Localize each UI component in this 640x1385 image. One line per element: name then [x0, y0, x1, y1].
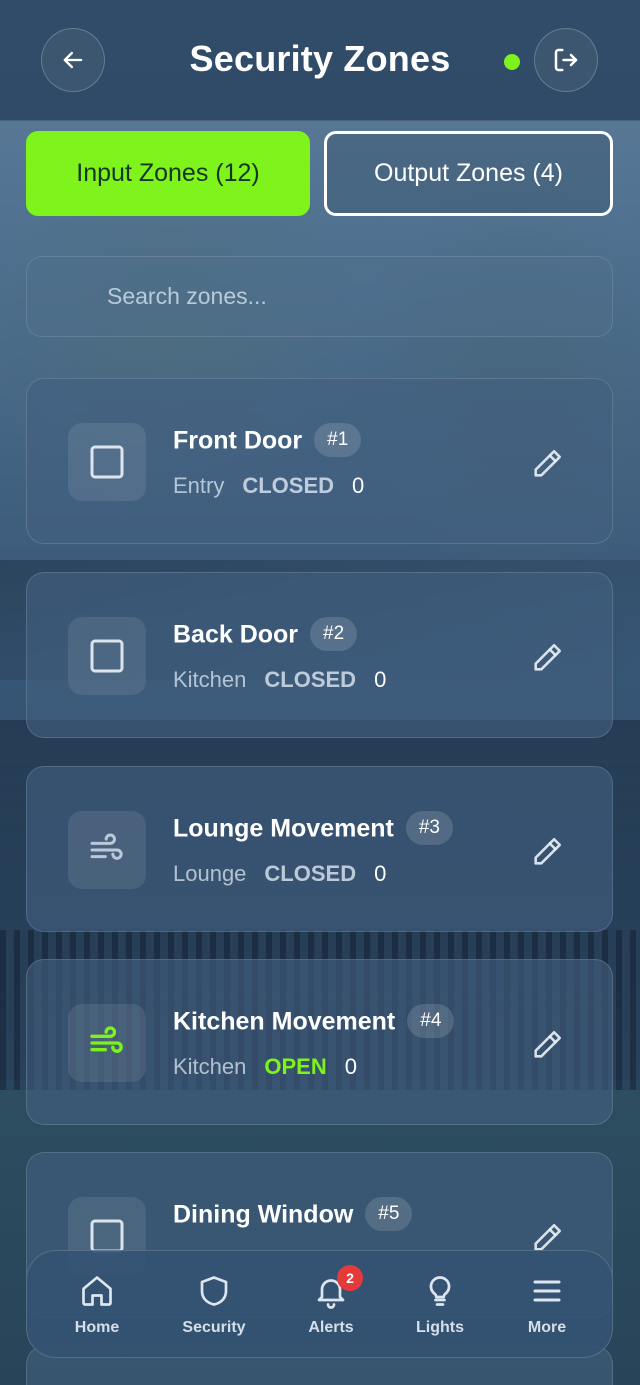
zone-count: 0 [374, 667, 387, 692]
edit-pencil-icon[interactable] [530, 835, 564, 869]
square-icon [90, 639, 124, 673]
zone-count: 0 [344, 1054, 357, 1079]
menu-icon [533, 1280, 561, 1302]
bottom-nav: Home Security 2 Alerts Lights More [26, 1250, 613, 1358]
zone-name: Dining Window [173, 1200, 354, 1229]
zone-location: Kitchen [173, 667, 247, 692]
zone-card[interactable]: Back Door #2 Kitchen CLOSED 0 [26, 572, 613, 738]
home-icon [82, 1276, 112, 1306]
nav-label: Alerts [308, 1319, 354, 1336]
logout-icon [554, 48, 578, 72]
shield-icon [200, 1276, 228, 1306]
wind-icon [90, 1026, 123, 1053]
zone-number-badge: #2 [310, 617, 358, 651]
wind-icon [90, 833, 123, 860]
nav-item-alerts[interactable]: 2 Alerts [281, 1265, 381, 1337]
edit-pencil-icon[interactable] [530, 641, 564, 675]
alerts-count-badge: 2 [337, 1265, 363, 1291]
nav-label: Security [182, 1319, 246, 1336]
square-icon [90, 1219, 124, 1253]
nav-label: Home [74, 1319, 120, 1336]
zone-state: CLOSED [242, 473, 335, 498]
zone-count: 0 [352, 473, 365, 498]
logout-button[interactable] [534, 28, 598, 92]
edit-pencil-icon[interactable] [530, 1028, 564, 1062]
zone-number-badge: #4 [407, 1004, 455, 1038]
nav-item-security[interactable]: Security [164, 1271, 264, 1337]
zone-name: Back Door [173, 620, 299, 649]
nav-item-home[interactable]: Home [47, 1271, 147, 1337]
nav-item-more[interactable]: More [497, 1271, 597, 1337]
zone-number-badge: #1 [314, 423, 362, 457]
zone-number-badge: #5 [365, 1197, 413, 1231]
zone-count: 0 [374, 861, 387, 886]
lightbulb-icon [429, 1276, 451, 1306]
tab-input-zones[interactable]: Input Zones (12) [26, 131, 310, 216]
zone-number-badge: #3 [405, 811, 453, 845]
zone-card[interactable]: Kitchen Movement #4 Kitchen OPEN 0 [26, 959, 613, 1125]
zone-state: CLOSED [264, 667, 357, 692]
nav-label: More [527, 1319, 567, 1336]
tab-output-zones[interactable]: Output Zones (4) [324, 131, 613, 216]
zone-state: OPEN [264, 1054, 327, 1079]
zone-state: CLOSED [264, 861, 357, 886]
square-icon [90, 445, 124, 479]
search-input[interactable]: Search zones... [26, 256, 613, 337]
zone-card[interactable]: Front Door #1 Entry CLOSED 0 [26, 378, 613, 544]
zone-name: Kitchen Movement [173, 1007, 396, 1036]
zone-location: Entry [173, 473, 225, 498]
connection-status-dot [504, 54, 520, 70]
app-header: Security Zones [0, 0, 640, 121]
zone-card[interactable]: Lounge Movement #3 Lounge CLOSED 0 [26, 766, 613, 932]
nav-label: Lights [416, 1319, 464, 1336]
zone-location: Kitchen [173, 1054, 247, 1079]
zone-location: Lounge [173, 861, 247, 886]
zone-name: Front Door [173, 426, 303, 455]
edit-pencil-icon[interactable] [530, 447, 564, 481]
nav-item-lights[interactable]: Lights [390, 1271, 490, 1337]
zone-name: Lounge Movement [173, 814, 394, 843]
